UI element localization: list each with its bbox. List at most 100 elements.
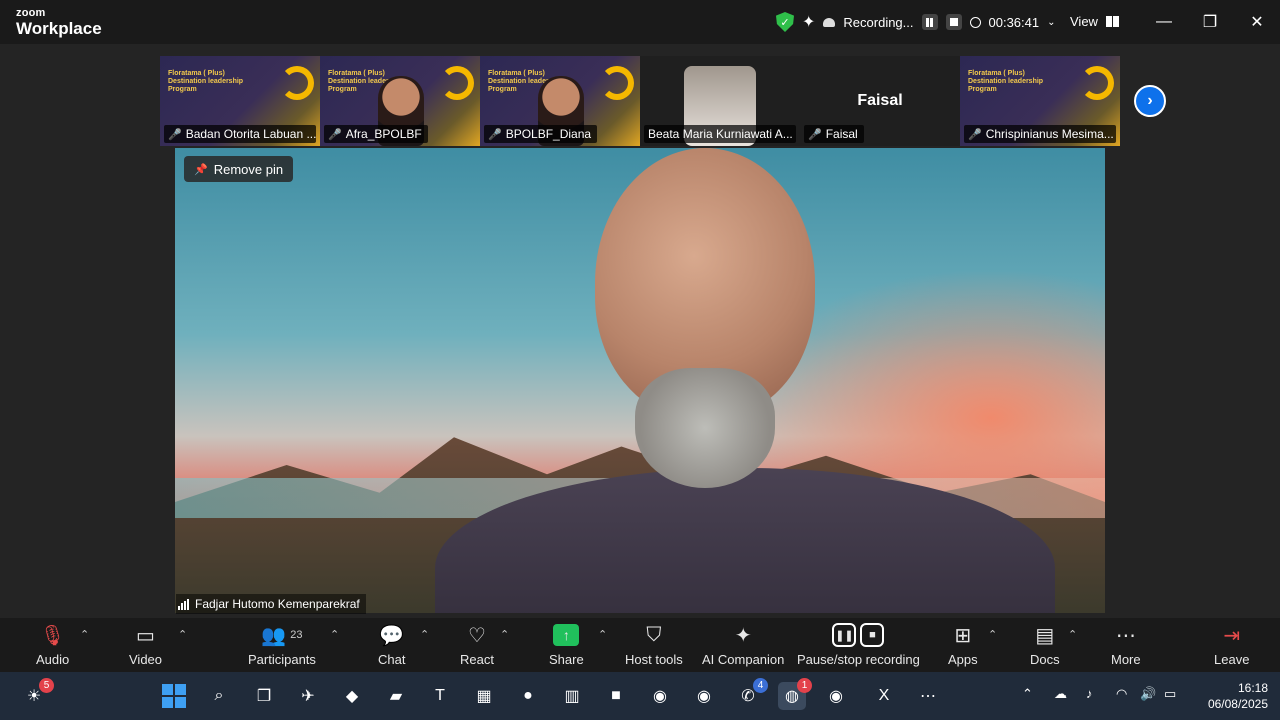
participant-display-name: Faisal	[857, 92, 903, 109]
participant-name: BPOLBF_Diana	[505, 127, 592, 141]
view-button[interactable]: View	[1070, 14, 1119, 29]
teams-icon[interactable]: T	[426, 682, 454, 710]
battery-icon[interactable]: ▭	[1164, 686, 1176, 702]
pause-icon	[926, 17, 933, 27]
mic-muted-icon: 🎙	[39, 624, 66, 647]
participant-name-label: 🎤 Faisal	[804, 125, 864, 143]
mic-muted-icon: 🎤	[488, 128, 502, 141]
firefox-icon[interactable]: ●	[514, 682, 542, 710]
search-icon[interactable]: ⌕	[205, 682, 233, 710]
participants-button[interactable]: 👥 23 Participants	[248, 622, 316, 668]
share-button[interactable]: ↑ Share	[549, 622, 584, 667]
apps-button[interactable]: ⊞ Apps	[948, 622, 978, 668]
stop-icon	[949, 18, 958, 26]
participants-count: 23	[290, 629, 303, 641]
audio-device-icon[interactable]: ♪	[1086, 686, 1093, 701]
media-app-icon[interactable]: ✈	[294, 682, 322, 710]
docs-options-chevron-icon[interactable]: ⌃	[1068, 628, 1077, 641]
participant-tile[interactable]: Floratama ( Plus) Destination leadership…	[320, 56, 480, 146]
close-button[interactable]: ✕	[1245, 10, 1269, 34]
share-screen-icon: ↑	[553, 622, 580, 648]
chat-button[interactable]: 💬 Chat	[378, 622, 405, 668]
speaker-name-label: Fadjar Hutomo Kemenparekraf	[176, 594, 366, 614]
system-clock[interactable]: 16:18 06/08/2025	[1208, 680, 1268, 712]
apps-label: Apps	[948, 652, 978, 667]
participant-tile[interactable]: Floratama ( Plus) Destination leadership…	[160, 56, 320, 146]
whatsapp-icon[interactable]: ✆ 4	[734, 678, 768, 710]
video-button[interactable]: ▭ Video	[129, 622, 162, 668]
pinned-speaker-video[interactable]	[175, 148, 1105, 613]
calculator-icon[interactable]: ▥	[558, 682, 586, 710]
audio-options-chevron-icon[interactable]: ⌃	[80, 628, 89, 641]
react-options-chevron-icon[interactable]: ⌃	[500, 628, 509, 641]
pause-stop-recording-button[interactable]: ❚❚ ■ Pause/stop recording	[797, 622, 920, 667]
system-time: 16:18	[1237, 681, 1268, 695]
react-label: React	[460, 652, 494, 667]
file-explorer-icon[interactable]: ▰	[382, 682, 410, 710]
participant-name-label: 🎤 Badan Otorita Labuan ...	[164, 125, 316, 143]
copilot-icon[interactable]: ◆	[338, 682, 366, 710]
host-tools-button[interactable]: ⛉ Host tools	[625, 622, 683, 668]
show-hidden-icons-chevron-icon[interactable]: ⌃	[1022, 686, 1033, 702]
weather-widget-icon[interactable]: ☀ 5	[20, 678, 54, 710]
speaker-beard	[635, 368, 775, 488]
edge-browser-icon[interactable]: ◉	[690, 682, 718, 710]
excel-icon[interactable]: X	[870, 682, 898, 710]
clock-icon	[969, 16, 981, 28]
ai-companion-button[interactable]: ✦ AI Companion	[702, 622, 785, 668]
whatsapp-badge: 4	[753, 678, 768, 693]
apps-icon: ⊞	[954, 624, 972, 647]
react-button[interactable]: ♡ React	[460, 622, 494, 668]
leave-label: Leave	[1214, 652, 1250, 667]
docs-button[interactable]: ▤ Docs	[1030, 622, 1060, 668]
leave-door-icon: ⇥	[1223, 624, 1241, 647]
windows-logo-icon	[162, 684, 186, 708]
more-label: More	[1111, 652, 1141, 667]
remove-pin-button[interactable]: 📌 Remove pin	[184, 156, 294, 182]
host-tools-label: Host tools	[625, 652, 683, 667]
banner-graphic	[600, 66, 634, 100]
wifi-icon[interactable]: ◠	[1116, 686, 1127, 702]
banner-text: Floratama ( Plus) Destination leadership…	[968, 70, 1044, 93]
task-view-icon[interactable]: ❐	[250, 682, 278, 710]
microsoft-store-icon[interactable]: ▦	[470, 682, 498, 710]
pause-recording-button[interactable]	[921, 14, 938, 30]
more-apps-icon[interactable]: ⋯	[914, 682, 942, 710]
view-label: View	[1070, 14, 1098, 29]
meeting-status-bar: ✓ ✦ Recording... 00:36:41 ⌄	[776, 10, 1056, 34]
edge-browser-icon[interactable]: ◉	[822, 682, 850, 710]
speaker-figure	[435, 148, 1055, 613]
participant-tile[interactable]: Faisal 🎤 Faisal	[800, 56, 960, 146]
leave-button[interactable]: ⇥ Leave	[1214, 622, 1250, 668]
next-page-arrow-icon[interactable]: ›	[1134, 85, 1166, 117]
minimize-button[interactable]: —	[1152, 10, 1176, 34]
start-button[interactable]	[160, 682, 188, 710]
more-button[interactable]: ⋯ More	[1111, 622, 1141, 668]
participant-tile[interactable]: Beata Maria Kurniawati A...	[640, 56, 800, 146]
onedrive-cloud-icon[interactable]: ☁	[1054, 686, 1067, 702]
ai-sparkle-icon[interactable]: ✦	[802, 12, 815, 32]
stop-recording-button[interactable]	[945, 14, 962, 30]
apps-options-chevron-icon[interactable]: ⌃	[988, 628, 997, 641]
ai-companion-label: AI Companion	[702, 652, 785, 667]
chevron-down-icon[interactable]: ⌄	[1047, 17, 1055, 28]
video-options-chevron-icon[interactable]: ⌃	[178, 628, 187, 641]
mic-muted-icon: 🎤	[328, 128, 342, 141]
shield-icon: ⛉	[646, 623, 662, 646]
windows-taskbar: ☀ 5 ⌕ ❐ ✈ ◆ ▰ T ▦ ● ▥ ■ ◉ ◉ ✆ 4 ◍ 1 ◉ X ⋯ ⌃…	[0, 672, 1280, 720]
security-shield-icon[interactable]: ✓	[776, 12, 794, 32]
participant-tile[interactable]: Floratama ( Plus) Destination leadership…	[960, 56, 1120, 146]
participant-tile[interactable]: Floratama ( Plus) Destination leadership…	[480, 56, 640, 146]
participant-name-label: 🎤 Chrispinianus Mesima...	[964, 125, 1116, 143]
audio-button[interactable]: 🎙 Audio	[36, 622, 69, 668]
document-icon: ▤	[1035, 624, 1055, 647]
zoom-app-icon[interactable]: ◍ 1	[778, 678, 812, 710]
sticky-notes-icon[interactable]: ■	[602, 682, 630, 710]
edge-browser-icon[interactable]: ◉	[646, 682, 674, 710]
participants-options-chevron-icon[interactable]: ⌃	[330, 628, 339, 641]
share-options-chevron-icon[interactable]: ⌃	[598, 628, 607, 641]
recording-label: Recording...	[843, 14, 914, 30]
volume-icon[interactable]: 🔊	[1140, 686, 1156, 702]
chat-options-chevron-icon[interactable]: ⌃	[420, 628, 429, 641]
restore-button[interactable]: ❐	[1198, 10, 1222, 34]
